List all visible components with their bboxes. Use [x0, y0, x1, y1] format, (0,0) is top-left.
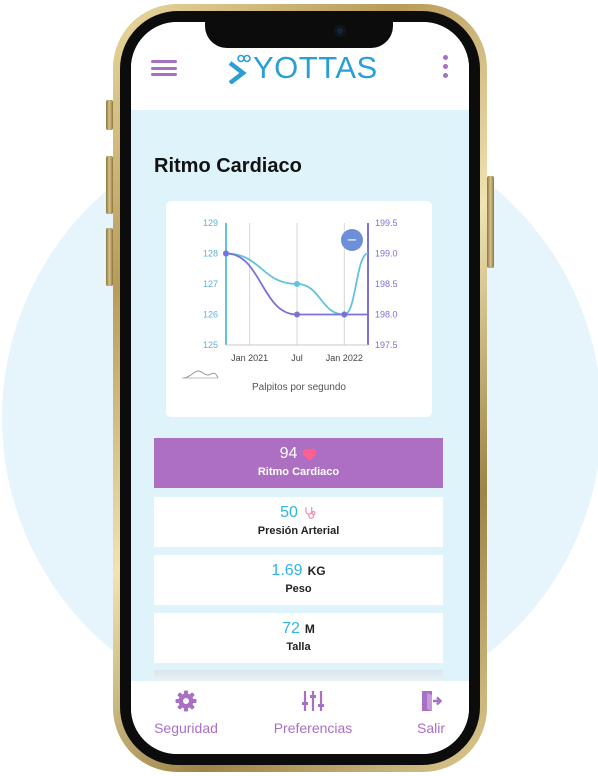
x-tick-label: Jan 2022: [326, 353, 363, 363]
sliders-icon: [302, 691, 324, 711]
volume-up-button: [106, 156, 113, 214]
y-left-tick-label: 127: [203, 279, 218, 289]
stage: YOTTAS Ritmo Cardiaco 125 126 127 128 129 197…: [0, 0, 598, 776]
phone-notch: [205, 18, 393, 48]
tab-preferencias[interactable]: Preferencias: [259, 681, 367, 754]
metric-value: 72: [282, 620, 300, 637]
zoom-out-icon: −: [347, 233, 358, 248]
tab-label: Preferencias: [273, 720, 353, 736]
phone-screen: YOTTAS Ritmo Cardiaco 125 126 127 128 129 197…: [131, 22, 469, 754]
tab-seguridad[interactable]: Seguridad: [141, 681, 231, 754]
tab-label: Seguridad: [154, 720, 218, 736]
chart-caption: Palpitos por segundo: [252, 382, 346, 393]
data-point: [341, 311, 348, 318]
y-right-tick-label: 197.5: [375, 340, 398, 350]
tab-salir[interactable]: Salir: [399, 681, 463, 754]
y-left-tick-label: 126: [203, 310, 218, 320]
tab-label: Salir: [416, 720, 445, 736]
mute-switch: [106, 100, 113, 130]
data-point: [294, 311, 300, 318]
hamburger-menu-icon[interactable]: [151, 60, 177, 76]
power-button: [487, 176, 494, 268]
overview-sparkline: [182, 370, 219, 379]
stethoscope-icon: [305, 507, 316, 519]
metric-unit: KG: [307, 564, 326, 578]
y-right-tick-label: 198.5: [375, 279, 398, 289]
volume-down-button: [106, 228, 113, 286]
camera-icon: [334, 25, 346, 37]
metric-value-row: 72 M: [154, 613, 443, 639]
metric-value-row: 1.69 KG: [154, 555, 443, 581]
chart-card: 125 126 127 128 129 197.5 198.0 198.5 199.0 199.5…: [166, 201, 432, 417]
metric-label: Presión Arterial: [257, 525, 340, 537]
data-point: [223, 250, 229, 257]
metric-card[interactable]: 1.69 KG Peso: [154, 555, 443, 605]
metric-card[interactable]: 72 M Talla: [154, 613, 443, 663]
y-right-tick-label: 199.0: [375, 249, 398, 259]
metric-value-row: 94: [154, 438, 443, 464]
y-right-tick-label: 198.0: [375, 310, 398, 320]
metric-card[interactable]: 94 Ritmo Cardiaco: [154, 438, 443, 488]
x-tick-label: Jul: [291, 353, 303, 363]
logo-mark-icon: [228, 54, 251, 84]
metric-value-row: 50: [154, 497, 443, 523]
heart-icon: [303, 448, 317, 461]
metric-label: Peso: [285, 583, 312, 595]
y-left-tick-label: 128: [203, 249, 218, 259]
metric-value: 94: [279, 445, 298, 462]
vertical-dots-icon[interactable]: [441, 55, 449, 81]
data-point: [294, 281, 300, 287]
exit-door-icon: [422, 691, 443, 711]
metric-label: Talla: [286, 641, 311, 653]
metric-value: 50: [280, 504, 298, 521]
x-tick-label: Jan 2021: [231, 353, 268, 363]
page-title: Ritmo Cardiaco: [154, 155, 302, 177]
metric-card[interactable]: 50 Presión Arterial: [154, 497, 443, 547]
metric-unit: M: [304, 622, 315, 636]
y-right-tick-label: 199.5: [375, 218, 398, 228]
logo-text: YOTTAS: [253, 50, 378, 85]
bottom-tab-bar: Seguridad Preferencias Salir: [131, 681, 469, 754]
y-left-tick-label: 129: [203, 218, 218, 228]
y-left-tick-label: 125: [203, 340, 218, 350]
gear-icon: [175, 690, 197, 712]
app-logo: YOTTAS: [226, 50, 378, 84]
metric-label: Ritmo Cardiaco: [257, 466, 340, 478]
metric-value: 1.69: [271, 562, 303, 579]
